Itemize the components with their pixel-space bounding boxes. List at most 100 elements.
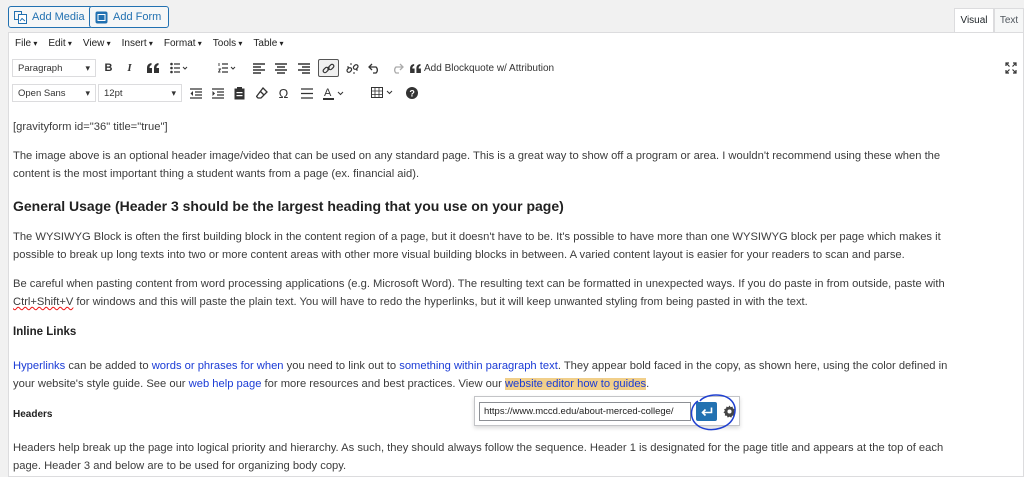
undo-button[interactable]	[365, 59, 384, 77]
align-right-icon	[297, 62, 310, 74]
toolbar-row-1: Paragraph B I	[9, 56, 1023, 80]
text-span: you need to link out to	[283, 360, 400, 372]
indent-button[interactable]	[208, 84, 227, 102]
hyperlinks-link[interactable]: Hyperlinks	[13, 360, 65, 372]
clear-formatting-button[interactable]	[252, 84, 271, 102]
menu-edit[interactable]: Edit	[48, 38, 71, 49]
table-button[interactable]	[369, 84, 397, 102]
indent-icon	[211, 87, 224, 99]
horizontal-line-button[interactable]	[297, 84, 316, 102]
add-media-label: Add Media	[32, 11, 85, 23]
enter-icon	[700, 407, 712, 416]
bold-label: B	[104, 62, 113, 74]
paste-line-2-rest: for windows and this will paste the plai…	[73, 296, 808, 308]
blockquote-button[interactable]	[143, 59, 162, 77]
unlink-icon	[346, 62, 359, 74]
shortcode-paragraph: [gravityform id="36" title="true"]	[13, 118, 1003, 136]
text-span: . They appear bold faced in the copy, as…	[557, 360, 948, 372]
tab-visual[interactable]: Visual	[954, 8, 994, 32]
text-color-icon: A	[322, 87, 343, 100]
intro-line-1: The image above is an optional header im…	[13, 150, 941, 162]
format-select[interactable]: Paragraph	[12, 59, 96, 77]
wysiwyg-line-1: The WYSIWYG Block is often the first bui…	[13, 231, 941, 243]
outdent-button[interactable]	[186, 84, 205, 102]
intro-line-2: content is the most important thing a st…	[13, 168, 420, 180]
bullet-list-icon	[170, 62, 188, 74]
format-select-value: Paragraph	[18, 62, 63, 74]
paste-paragraph: Be careful when pasting content from wor…	[13, 275, 1003, 311]
quote-icon	[146, 63, 159, 73]
wysiwyg-line-2: possible to break up long texts into two…	[13, 249, 905, 261]
horizontal-line-icon	[300, 87, 313, 99]
add-form-label: Add Form	[113, 11, 162, 23]
heading-general-usage: General Usage (Header 3 should be the la…	[13, 198, 564, 214]
font-size-select[interactable]: 12pt	[98, 84, 182, 102]
remove-link-button[interactable]	[343, 59, 362, 77]
gear-icon	[722, 404, 736, 418]
menu-table[interactable]: Table	[253, 38, 283, 49]
link-edit-popup: https://www.mccd.edu/about-merced-colleg…	[474, 396, 740, 426]
table-icon	[371, 87, 393, 98]
quote-icon	[410, 63, 421, 73]
redo-button[interactable]	[388, 59, 407, 77]
italic-button[interactable]: I	[120, 59, 139, 77]
link-options-button[interactable]	[721, 403, 737, 419]
outdent-icon	[189, 87, 202, 99]
tab-visual-label: Visual	[960, 15, 988, 26]
svg-text:A: A	[324, 87, 332, 99]
bold-button[interactable]: B	[99, 59, 118, 77]
bullet-list-button[interactable]	[167, 59, 191, 77]
menu-format[interactable]: Format	[164, 38, 202, 49]
apply-link-button[interactable]	[696, 402, 717, 421]
text-span: can be added to	[65, 360, 152, 372]
tab-text[interactable]: Text	[994, 8, 1024, 32]
something-within-link[interactable]: something within paragraph text	[399, 360, 558, 372]
font-family-select[interactable]: Open Sans	[12, 84, 96, 102]
align-left-button[interactable]	[249, 59, 268, 77]
intro-paragraph: The image above is an optional header im…	[13, 147, 1003, 183]
help-icon: ?	[405, 87, 418, 99]
add-blockquote-label: Add Blockquote w/ Attribution	[424, 62, 555, 74]
links-paragraph: Hyperlinks can be added to words or phra…	[13, 357, 1003, 393]
media-buttons-bar: Add Media Add Form Visual Text	[0, 0, 1024, 32]
menu-file[interactable]: File	[15, 38, 37, 49]
italic-label: I	[127, 62, 132, 74]
web-help-page-link[interactable]: web help page	[189, 378, 262, 390]
words-phrases-link[interactable]: words or phrases for when	[152, 360, 284, 372]
font-family-value: Open Sans	[18, 87, 66, 99]
numbered-list-icon	[218, 63, 236, 73]
numbered-list-button[interactable]	[215, 59, 239, 77]
wysiwyg-paragraph: The WYSIWYG Block is often the first bui…	[13, 228, 1003, 264]
align-center-button[interactable]	[271, 59, 290, 77]
fullscreen-button[interactable]	[1001, 59, 1020, 77]
svg-text:?: ?	[409, 89, 415, 99]
text-span: for more resources and best practices. V…	[261, 378, 505, 390]
paste-line-2: Ctrl+Shift+V for windows and this will p…	[13, 293, 1003, 311]
fullscreen-icon	[1004, 62, 1017, 74]
media-icon	[14, 10, 27, 24]
menu-insert[interactable]: Insert	[122, 38, 153, 49]
headers-paragraph: Headers help break up the page into logi…	[13, 439, 1003, 475]
special-character-button[interactable]: Ω	[274, 84, 293, 102]
add-blockquote-attribution-button[interactable]: Add Blockquote w/ Attribution	[410, 59, 554, 77]
align-center-icon	[274, 62, 287, 74]
link-url-input[interactable]: https://www.mccd.edu/about-merced-colleg…	[479, 402, 691, 421]
links-line-1: Hyperlinks can be added to words or phra…	[13, 357, 1003, 375]
insert-link-button[interactable]	[318, 59, 339, 77]
add-media-button[interactable]: Add Media	[8, 6, 93, 28]
help-button[interactable]: ?	[402, 84, 421, 102]
menu-view[interactable]: View	[83, 38, 111, 49]
align-right-button[interactable]	[294, 59, 313, 77]
paste-as-text-button[interactable]	[230, 84, 249, 102]
form-icon	[95, 11, 108, 24]
redo-icon	[394, 63, 404, 74]
link-icon	[322, 63, 335, 73]
heading-headers: Headers	[13, 409, 53, 420]
menu-tools[interactable]: Tools	[213, 38, 243, 49]
add-form-button[interactable]: Add Form	[89, 6, 170, 28]
headers-line-2: page. Header 3 and below are to be used …	[13, 460, 347, 472]
text-span: your website's style guide. See our	[13, 378, 189, 390]
text-color-button[interactable]: A	[320, 84, 347, 102]
selected-link-website-editor-guides[interactable]: website editor how to guides	[504, 378, 647, 390]
wp-editor-screen: Add Media Add Form Visual Text File Edit…	[0, 0, 1024, 477]
